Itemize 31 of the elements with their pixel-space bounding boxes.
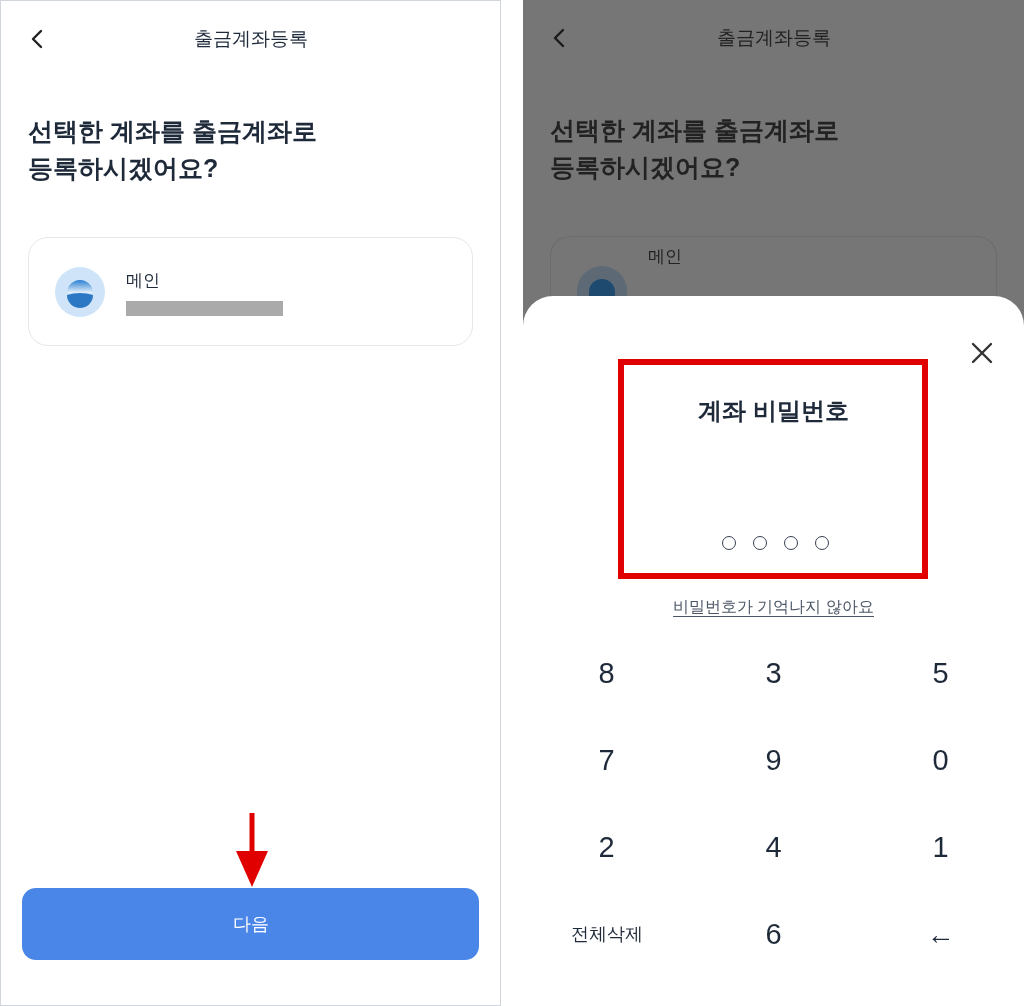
keypad-key[interactable]: 9 — [690, 717, 857, 804]
account-card[interactable]: 메인 — [28, 237, 473, 346]
chevron-left-icon — [30, 28, 44, 50]
keypad-key[interactable]: 4 — [690, 804, 857, 891]
bank-logo-icon — [577, 266, 627, 296]
heading-line: 등록하시겠어요? — [550, 152, 742, 183]
heading-line: 선택한 계좌를 출금계좌로 — [550, 115, 840, 146]
backspace-key[interactable]: ← — [857, 891, 1024, 978]
clear-all-key[interactable]: 전체삭제 — [523, 891, 690, 978]
screen-title: 출금계좌등록 — [715, 25, 832, 50]
keypad-key[interactable]: 5 — [857, 630, 1024, 717]
screen-title: 출금계좌등록 — [192, 26, 309, 51]
keypad-key[interactable]: 3 — [690, 630, 857, 717]
bank-logo-icon — [55, 266, 105, 317]
keypad-key[interactable]: 7 — [523, 717, 690, 804]
account-name: 메인 — [126, 271, 161, 291]
next-button[interactable]: 다음 — [22, 888, 479, 960]
heading-line: 선택한 계좌를 출금계좌로 — [28, 116, 318, 147]
account-card[interactable]: 메인 — [550, 236, 997, 295]
heading-line: 등록하시겠어요? — [28, 153, 220, 184]
account-name: 메인 — [648, 247, 682, 267]
keypad-key[interactable]: 6 — [690, 891, 857, 978]
keypad-key[interactable]: 1 — [857, 804, 1024, 891]
close-icon — [971, 342, 993, 364]
keypad-key[interactable]: 2 — [523, 804, 690, 891]
close-button[interactable] — [971, 342, 993, 364]
chevron-left-icon — [552, 27, 566, 49]
keypad-key[interactable]: 0 — [857, 717, 1024, 804]
keypad-key[interactable]: 8 — [523, 630, 690, 717]
sheet-title: 계좌 비밀번호 — [697, 396, 850, 426]
forgot-password-link[interactable]: 비밀번호가 기억나지 않아요 — [673, 596, 874, 618]
